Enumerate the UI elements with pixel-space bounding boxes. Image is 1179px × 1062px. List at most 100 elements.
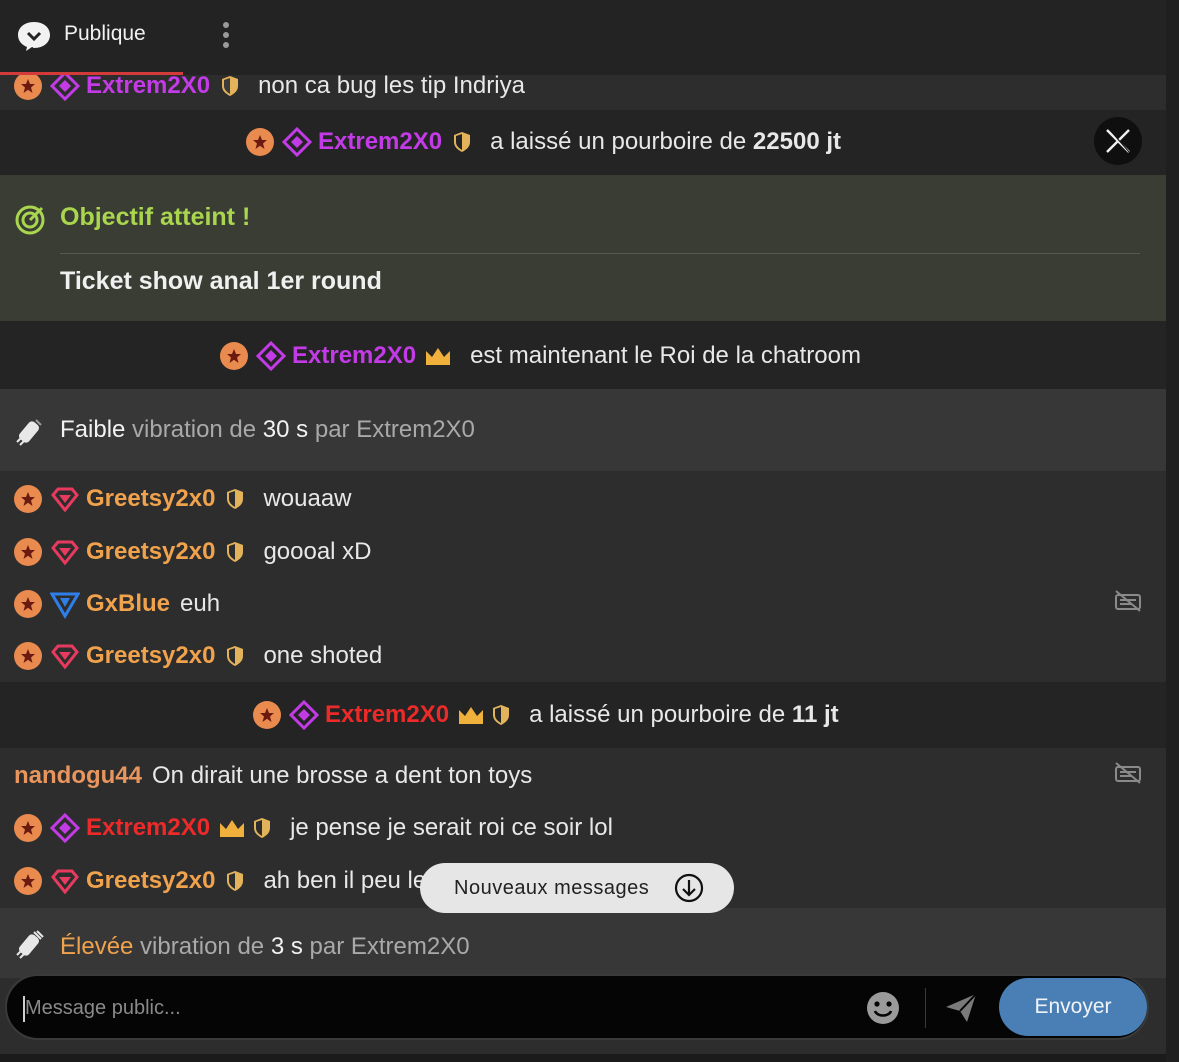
- target-icon: [15, 205, 45, 235]
- hide-message-icon[interactable]: [1114, 589, 1142, 613]
- diamond-badge-icon: [50, 71, 80, 101]
- username[interactable]: GxBlue: [86, 590, 170, 618]
- vibration-duration: 3 s: [270, 933, 303, 960]
- x-close-button[interactable]: [1094, 117, 1142, 165]
- diamond-badge-icon: [282, 127, 312, 157]
- message-row: Greetsy2x0 ah ben il peu le xD: [14, 863, 462, 899]
- heart-diamond-icon: [51, 540, 79, 566]
- crown-icon: [459, 707, 484, 724]
- vibration-level: Faible: [60, 416, 126, 443]
- username[interactable]: Greetsy2x0: [86, 485, 215, 513]
- username[interactable]: Greetsy2x0: [86, 867, 215, 895]
- new-messages-label: Nouveaux messages: [454, 876, 650, 899]
- vibration-text: vibration de: [125, 416, 263, 443]
- emoji-icon[interactable]: [865, 990, 901, 1026]
- shield-icon: [254, 818, 271, 838]
- tip-amount: 11 jt: [791, 701, 839, 728]
- scrollbar[interactable]: [1166, 0, 1179, 1062]
- message-text: one shoted: [263, 642, 383, 669]
- diamond-badge-icon: [289, 700, 319, 730]
- composer-divider: [925, 988, 926, 1028]
- username[interactable]: Extrem2X0: [86, 72, 210, 100]
- tip-text: a laissé un pourboire de: [490, 128, 753, 155]
- tip-amount: 22500 jt: [752, 128, 841, 155]
- shield-icon: [227, 871, 244, 891]
- message-input[interactable]: [25, 990, 845, 1026]
- star-badge-icon: [14, 642, 42, 670]
- vibration-by: par Extrem2X0: [302, 933, 470, 960]
- tip-row: Extrem2X0 a laissé un pourboire de 22500…: [0, 110, 1166, 175]
- message-text: goooal xD: [263, 538, 372, 565]
- heart-diamond-icon: [51, 644, 79, 670]
- star-badge-icon: [246, 128, 274, 156]
- username[interactable]: Greetsy2x0: [86, 642, 215, 670]
- message-text: non ca bug les tip Indriya: [258, 72, 525, 99]
- message-text: je pense je serait roi ce soir lol: [290, 814, 613, 841]
- shield-icon: [222, 76, 239, 96]
- vibration-row: Élevée vibration de 3 s par Extrem2X0: [0, 908, 1166, 978]
- star-badge-icon: [253, 701, 281, 729]
- tip-row: Extrem2X0 a laissé un pourboire de 11 jt: [0, 682, 1166, 748]
- bottom-strip: [0, 1054, 1166, 1062]
- king-row: Extrem2X0 est maintenant le Roi de la ch…: [0, 321, 1166, 389]
- star-badge-icon: [14, 814, 42, 842]
- star-badge-icon: [14, 538, 42, 566]
- message-row: Greetsy2x0 one shoted: [14, 638, 382, 674]
- send-icon[interactable]: [943, 990, 979, 1026]
- username[interactable]: Extrem2X0: [292, 342, 416, 370]
- vibration-level: Élevée: [60, 933, 134, 960]
- shield-icon: [227, 542, 244, 562]
- message-text: wouaaw: [263, 485, 352, 512]
- heart-diamond-icon: [51, 487, 79, 513]
- star-badge-icon: [14, 72, 42, 100]
- king-text: est maintenant le Roi de la chatroom: [470, 342, 861, 369]
- crown-icon: [426, 348, 451, 365]
- diamond-badge-icon: [50, 813, 80, 843]
- username[interactable]: Greetsy2x0: [86, 538, 215, 566]
- goal-subtitle: Ticket show anal 1er round: [60, 267, 382, 295]
- arrow-down-circle-icon: [674, 873, 704, 903]
- message-row: GxBlue euh: [14, 586, 220, 622]
- new-messages-button[interactable]: Nouveaux messages: [420, 863, 734, 913]
- username[interactable]: nandogu44: [14, 762, 142, 790]
- username[interactable]: Extrem2X0: [86, 814, 210, 842]
- shield-icon: [227, 646, 244, 666]
- shield-icon: [454, 132, 471, 152]
- header-progress-line: [0, 72, 183, 75]
- chat-bubble-icon: [18, 22, 50, 51]
- vibration-by: par Extrem2X0: [308, 416, 475, 443]
- goal-row: [0, 175, 1166, 321]
- username[interactable]: Extrem2X0: [325, 701, 449, 729]
- message-composer: Envoyer: [5, 974, 1149, 1040]
- kebab-menu-icon[interactable]: [218, 20, 234, 50]
- message-row: Greetsy2x0 wouaaw: [14, 481, 352, 517]
- message-row: Greetsy2x0 goooal xD: [14, 534, 372, 570]
- vibration-text: vibration de: [133, 933, 271, 960]
- crown-icon: [220, 820, 245, 837]
- message-row: nandogu44 On dirait une brosse a dent to…: [14, 758, 532, 794]
- diamond-badge-icon: [256, 341, 286, 371]
- tip-text: a laissé un pourboire de: [529, 701, 792, 728]
- star-badge-icon: [220, 342, 248, 370]
- hide-message-icon[interactable]: [1114, 761, 1142, 785]
- heart-diamond-icon: [51, 869, 79, 895]
- star-badge-icon: [14, 867, 42, 895]
- vibration-icon: [16, 419, 42, 446]
- vibration-icon: [16, 930, 44, 959]
- chat-panel: Publique Extrem2X0 non ca bug les tip In…: [0, 0, 1166, 1062]
- room-title: Publique: [64, 22, 146, 45]
- shield-icon: [493, 705, 510, 725]
- x-close-icon: [1106, 129, 1130, 153]
- message-text: On dirait une brosse a dent ton toys: [152, 762, 533, 789]
- goal-title: Objectif atteint !: [60, 203, 251, 231]
- shield-icon: [227, 489, 244, 509]
- triangle-badge-icon: [50, 592, 80, 619]
- goal-divider: [60, 253, 1140, 254]
- star-badge-icon: [14, 590, 42, 618]
- message-row: Extrem2X0 je pense je serait roi ce soir…: [14, 810, 613, 846]
- vibration-row: Faible vibration de 30 s par Extrem2X0: [0, 389, 1166, 471]
- star-badge-icon: [14, 485, 42, 513]
- vibration-duration: 30 s: [262, 416, 309, 443]
- send-button[interactable]: Envoyer: [999, 978, 1147, 1036]
- username[interactable]: Extrem2X0: [318, 128, 442, 156]
